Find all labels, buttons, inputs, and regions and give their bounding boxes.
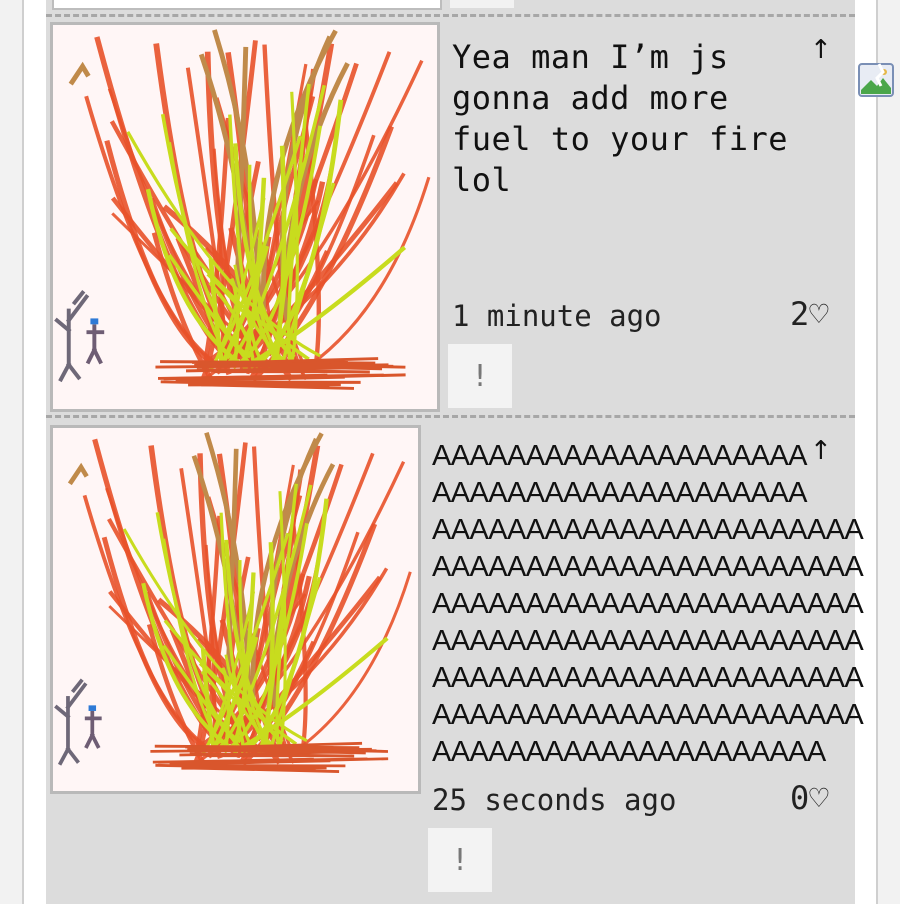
upvote-arrow-icon[interactable]: ↑ [810, 35, 832, 65]
upvote-arrow-icon[interactable]: ↑ [810, 436, 832, 466]
fire-drawing-icon [54, 29, 431, 390]
page-frame-left [0, 0, 24, 904]
post-feed[interactable]: Yea man I’m js gonna add more fuel to yo… [46, 0, 864, 904]
post-text: Yea man I’m js gonna add more fuel to yo… [452, 38, 789, 199]
broken-image-icon [858, 63, 894, 97]
post-timestamp: 25 seconds ago [432, 783, 677, 817]
post-item: Yea man I’m js gonna add more fuel to yo… [46, 17, 855, 413]
post-timestamp: 1 minute ago [452, 299, 662, 333]
previous-post-drawing-edge [52, 0, 442, 10]
post-drawing[interactable] [50, 425, 421, 794]
previous-post-report-button-edge[interactable] [450, 0, 514, 8]
report-button[interactable]: ! [428, 828, 492, 892]
post-text: AAAAAAAAAAAAAAAAAAAA AAAAAAAAAAAAAAAAAAA… [432, 440, 864, 768]
fire-drawing-icon [54, 431, 412, 773]
page-frame-right [876, 0, 900, 904]
report-button[interactable]: ! [448, 344, 512, 408]
post-drawing[interactable] [50, 22, 440, 412]
post-item: AAAAAAAAAAAAAAAAAAAA AAAAAAAAAAAAAAAAAAA… [46, 418, 864, 904]
like-count-heart[interactable]: 2♡ [790, 295, 829, 333]
like-count-heart[interactable]: 0♡ [790, 779, 829, 817]
